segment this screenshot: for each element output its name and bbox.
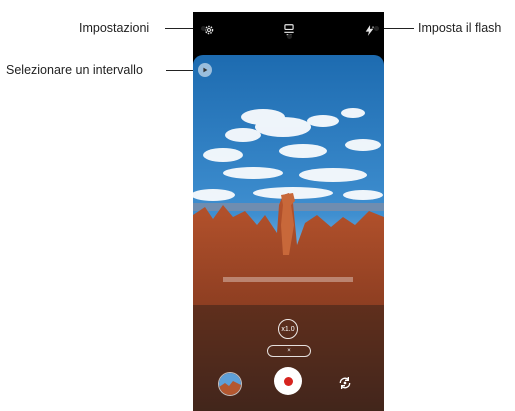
flash-callout-label: Imposta il flash — [418, 21, 502, 35]
gallery-thumbnail[interactable] — [218, 372, 242, 396]
switch-camera-icon[interactable] — [336, 374, 354, 392]
zoom-label: x1.0 — [281, 325, 295, 333]
record-dot — [283, 376, 293, 386]
viewfinder-scene — [193, 55, 384, 411]
interval-callout-label: Selezionare un intervallo — [6, 63, 143, 77]
interval-callout-dot — [287, 34, 292, 39]
zoom-button[interactable]: x1.0 — [278, 319, 298, 339]
phone-screen: A x1.0 × — [193, 12, 384, 411]
flash-callout-dot — [374, 26, 379, 31]
camera-top-bar: A — [193, 12, 384, 48]
mode-indicator-icon[interactable] — [198, 63, 212, 77]
interval-pill[interactable]: × — [267, 345, 311, 357]
record-button[interactable] — [274, 367, 302, 395]
camera-viewfinder[interactable]: x1.0 × — [193, 55, 384, 411]
settings-callout-label: Impostazioni — [79, 21, 150, 35]
pill-close[interactable]: × — [287, 348, 291, 354]
settings-callout-dot — [201, 26, 206, 31]
